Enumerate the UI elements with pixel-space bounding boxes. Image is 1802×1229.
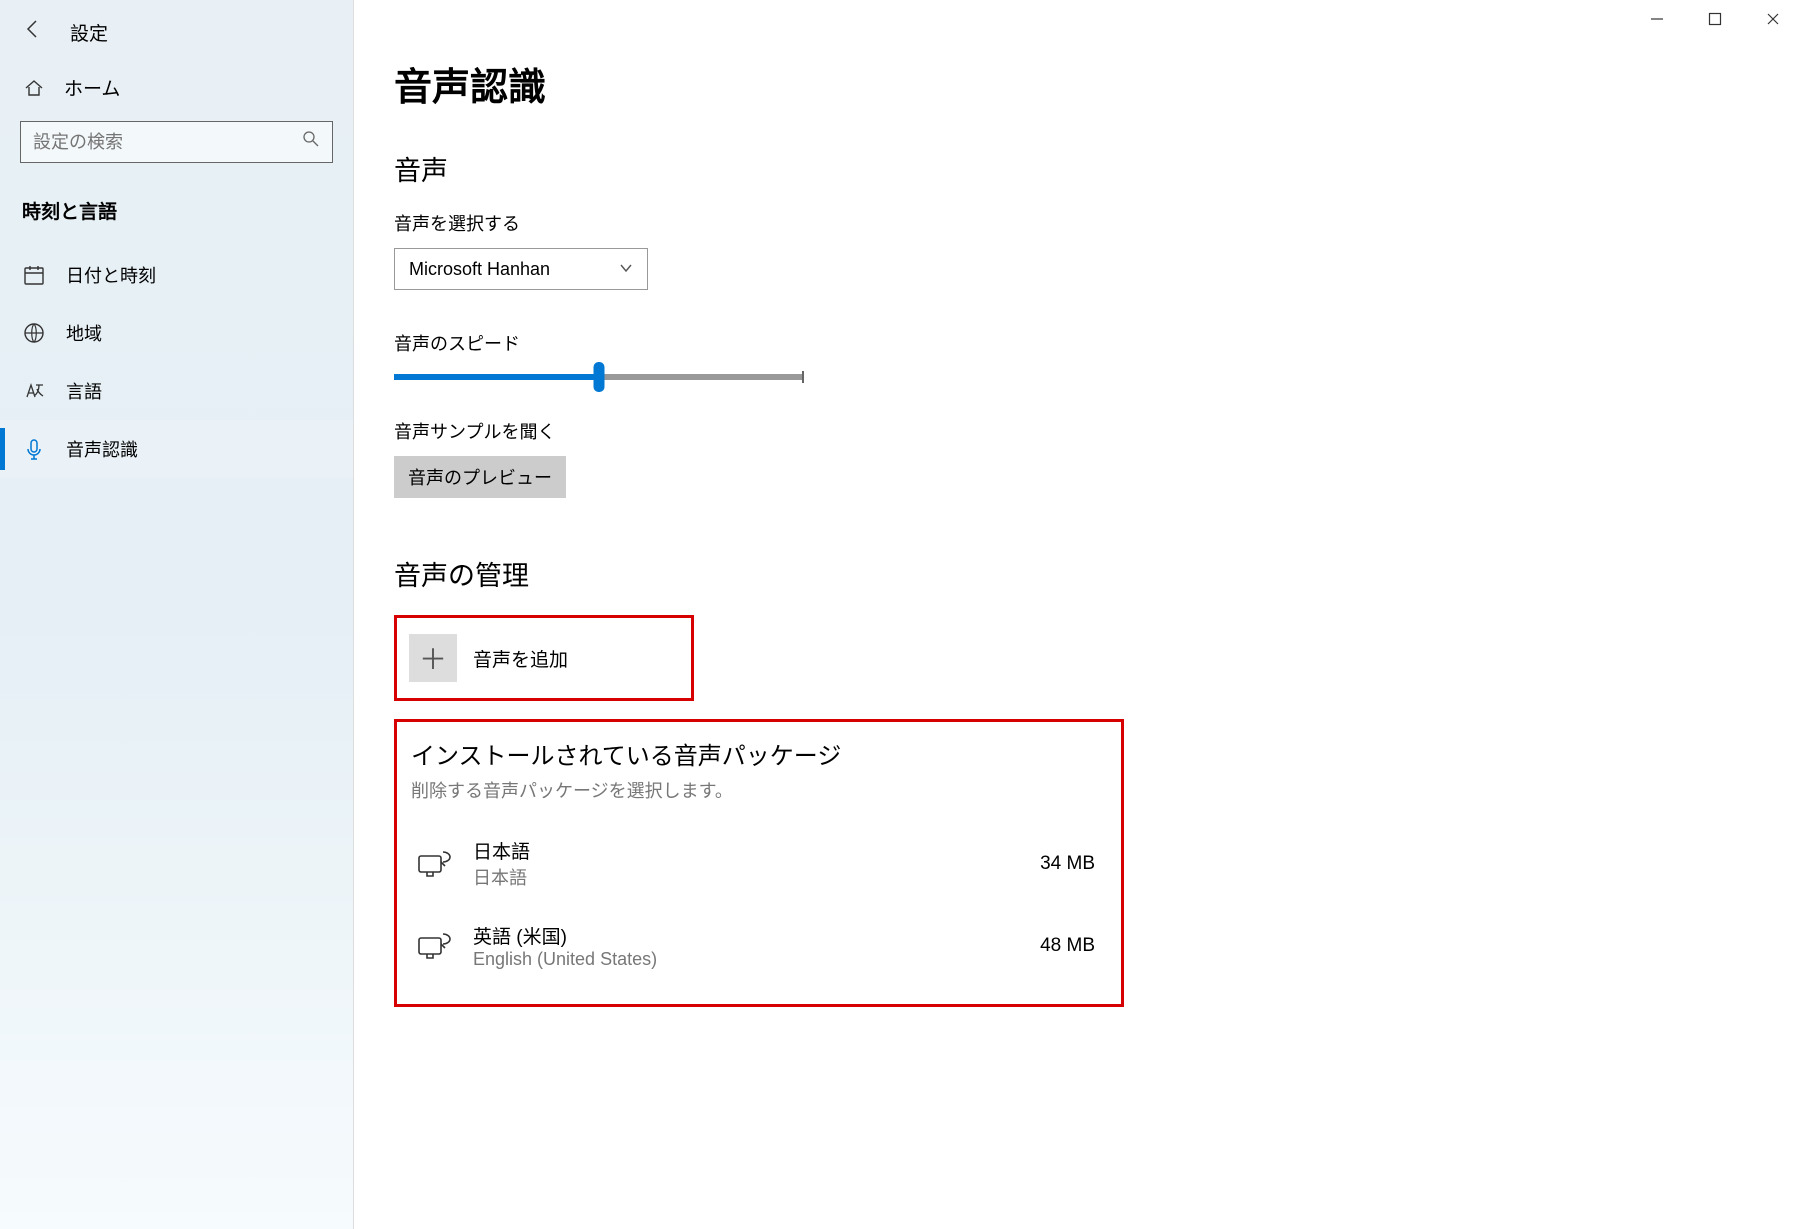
main-content: 音声認識 音声 音声を選択する Microsoft Hanhan 音声のスピード… — [354, 0, 1802, 1229]
app-title: 設定 — [70, 19, 108, 46]
add-voice-label: 音声を追加 — [473, 645, 568, 672]
search-icon — [302, 130, 320, 154]
package-desc: English (United States) — [473, 949, 1022, 970]
sidebar-item-language[interactable]: 言語 — [0, 362, 353, 420]
sidebar-item-label: 言語 — [66, 378, 102, 404]
search-field[interactable] — [33, 132, 302, 153]
section-title: 時刻と言語 — [0, 187, 353, 246]
close-button[interactable] — [1744, 0, 1802, 38]
voice-package-item[interactable]: 英語 (米国) English (United States) 48 MB — [411, 914, 1107, 978]
add-voice-highlight: ＋ 音声を追加 — [394, 615, 694, 701]
section-voice: 音声 — [394, 149, 1762, 188]
voice-package-item[interactable]: 日本語 日本語 34 MB — [411, 829, 1107, 898]
sidebar-item-region[interactable]: 地域 — [0, 304, 353, 362]
sidebar-item-speech[interactable]: 音声認識 — [0, 420, 353, 478]
search-input[interactable] — [20, 121, 333, 163]
sidebar-item-label: 地域 — [66, 320, 102, 346]
section-manage: 音声の管理 — [394, 554, 1762, 593]
home-icon — [22, 76, 46, 100]
slider-tick — [802, 371, 804, 383]
packages-sub: 削除する音声パッケージを選択します。 — [411, 777, 1107, 803]
add-voice-button[interactable]: ＋ 音声を追加 — [409, 634, 679, 682]
package-size: 34 MB — [1040, 853, 1103, 875]
packages-title: インストールされている音声パッケージ — [411, 736, 1107, 771]
chevron-down-icon — [619, 259, 633, 280]
narrator-icon — [415, 844, 455, 884]
voice-selected: Microsoft Hanhan — [409, 259, 550, 280]
maximize-button[interactable] — [1686, 0, 1744, 38]
speed-slider[interactable] — [394, 374, 804, 380]
sidebar-item-datetime[interactable]: 日付と時刻 — [0, 246, 353, 304]
sidebar-item-label: 音声認識 — [66, 436, 138, 462]
home-label: ホーム — [64, 74, 120, 101]
package-name: 日本語 — [473, 837, 1022, 864]
select-voice-label: 音声を選択する — [394, 210, 1762, 236]
narrator-icon — [415, 926, 455, 966]
slider-fill — [394, 374, 599, 380]
microphone-icon — [22, 437, 46, 461]
plus-icon: ＋ — [409, 634, 457, 682]
language-icon — [22, 379, 46, 403]
sample-label: 音声サンプルを聞く — [394, 418, 1762, 444]
preview-button[interactable]: 音声のプレビュー — [394, 456, 566, 498]
speed-label: 音声のスピード — [394, 330, 1762, 356]
voice-select[interactable]: Microsoft Hanhan — [394, 248, 648, 290]
page-title: 音声認識 — [394, 56, 1762, 111]
sidebar-item-label: 日付と時刻 — [66, 262, 156, 288]
sidebar: 設定 ホーム 時刻と言語 日付と時刻 地域 言語 音声認識 — [0, 0, 354, 1229]
slider-thumb[interactable] — [594, 362, 605, 392]
back-icon[interactable] — [22, 18, 44, 46]
package-name: 英語 (米国) — [473, 922, 1022, 949]
packages-highlight: インストールされている音声パッケージ 削除する音声パッケージを選択します。 日本… — [394, 719, 1124, 1007]
package-size: 48 MB — [1040, 935, 1103, 957]
package-desc: 日本語 — [473, 864, 1022, 890]
home-link[interactable]: ホーム — [0, 60, 353, 115]
calendar-icon — [22, 263, 46, 287]
minimize-button[interactable] — [1628, 0, 1686, 38]
globe-icon — [22, 321, 46, 345]
